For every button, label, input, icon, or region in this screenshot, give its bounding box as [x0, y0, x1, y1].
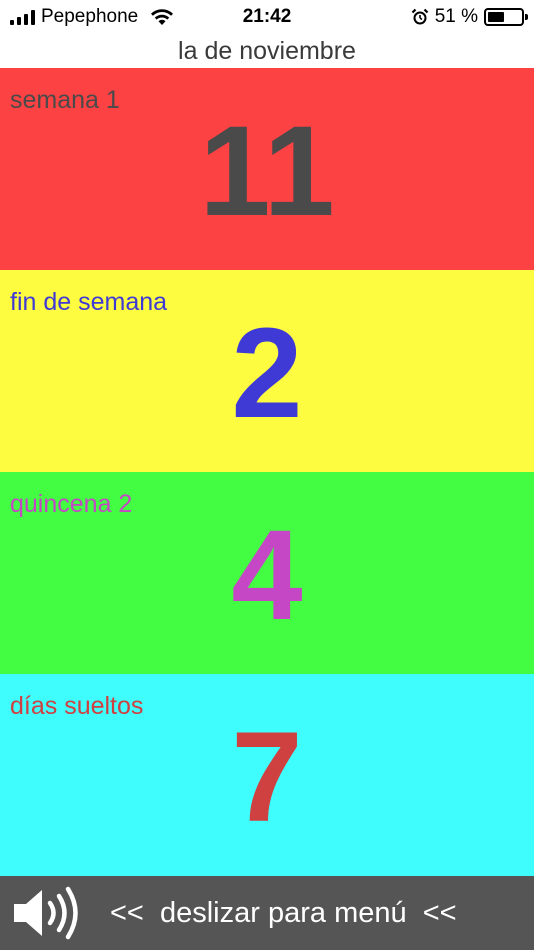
bottom-bar[interactable]: << deslizar para menú <<: [0, 876, 534, 950]
panel-count: 2: [231, 302, 303, 445]
panel-count: 11: [199, 100, 335, 243]
panel-count: 7: [231, 706, 303, 849]
speaker-icon: [14, 886, 78, 940]
battery-percent: 51 %: [434, 6, 478, 27]
speaker-button[interactable]: [10, 886, 86, 940]
swipe-menu-hint[interactable]: << deslizar para menú <<: [110, 876, 457, 950]
panel-count: 4: [231, 504, 303, 647]
battery-fill: [488, 12, 505, 22]
battery-icon: [484, 8, 528, 26]
status-right: 51 %: [411, 6, 528, 28]
count-panel-quincena-2[interactable]: quincena 2 4: [0, 472, 534, 674]
status-bar: Pepephone 21:42 51 %: [0, 0, 534, 36]
alarm-icon: [411, 8, 428, 25]
count-panel-fin-de-semana[interactable]: fin de semana 2: [0, 270, 534, 472]
page-title: la de noviembre: [178, 37, 356, 65]
count-panel-semana-1[interactable]: semana 1 11: [0, 68, 534, 270]
count-panel-dias-sueltos[interactable]: días sueltos 7: [0, 674, 534, 876]
